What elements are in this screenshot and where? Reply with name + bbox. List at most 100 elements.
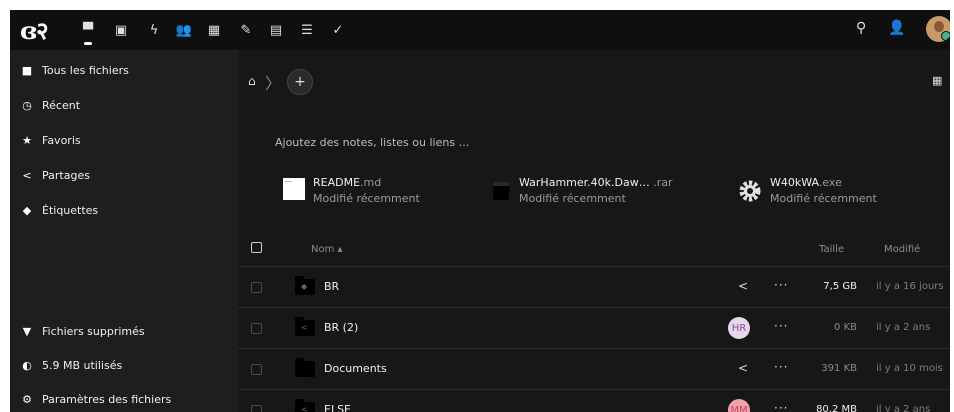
sidebar-item-favorites[interactable]: ★ Favoris bbox=[10, 123, 238, 157]
notes-placeholder[interactable]: Ajoutez des notes, listes ou liens … bbox=[275, 136, 470, 149]
recent-file-name: README.md bbox=[313, 176, 382, 189]
top-header: ɞ२ ▀ ▣ ϟ 👥 ▦ ✎ ▤ ☰ ✓ ⚲ 👤 bbox=[10, 10, 950, 50]
shared-user-avatar[interactable]: HR bbox=[728, 317, 750, 339]
file-size: 7,5 GB bbox=[823, 281, 857, 292]
file-size: 80,2 MB bbox=[816, 404, 857, 412]
sidebar: ■ Tous les fichiers ◷ Récent ★ Favoris <… bbox=[10, 50, 238, 412]
file-name[interactable]: Documents bbox=[324, 362, 387, 375]
sidebar-item-label: Partages bbox=[42, 168, 90, 182]
sidebar-item-label: Tous les fichiers bbox=[42, 63, 129, 77]
search-icon[interactable]: ⚲ bbox=[856, 20, 866, 36]
sidebar-item-label: 5.9 MB utilisés bbox=[42, 358, 123, 372]
row-checkbox[interactable] bbox=[251, 282, 262, 293]
table-row[interactable]: < ELSE MM ··· 80,2 MB il y a 2 ans bbox=[238, 389, 950, 412]
sidebar-item-label: Récent bbox=[42, 98, 81, 112]
file-modified: il y a 2 ans bbox=[876, 322, 931, 333]
sidebar-item-deleted-files[interactable]: ▼ Fichiers supprimés bbox=[10, 314, 238, 348]
sidebar-item-shares[interactable]: < Partages bbox=[10, 158, 238, 192]
tasks-check-icon[interactable]: ✓ bbox=[330, 22, 346, 38]
recent-file-warhammer[interactable]: WarHammer.40k.Daw… .rar Modifié récemmen… bbox=[492, 176, 682, 208]
select-all-checkbox[interactable] bbox=[251, 242, 262, 253]
sidebar-item-quota[interactable]: ◐ 5.9 MB utilisés bbox=[10, 348, 238, 382]
main-content: ⌂ 〉 + ▦ Ajoutez des notes, listes ou lie… bbox=[238, 50, 950, 412]
sidebar-item-all-files[interactable]: ■ Tous les fichiers bbox=[10, 53, 238, 87]
file-modified: il y a 10 mois bbox=[876, 363, 943, 374]
quota-pie-icon: ◐ bbox=[22, 358, 32, 372]
notes-icon[interactable]: ✎ bbox=[238, 22, 254, 38]
table-row[interactable]: < BR (2) HR ··· 0 KB il y a 2 ans bbox=[238, 307, 950, 348]
shared-folder-badge-icon: ◆ bbox=[301, 282, 308, 291]
file-list-header: Nom ▴ Taille Modifié bbox=[238, 235, 950, 265]
more-actions-icon[interactable]: ··· bbox=[774, 319, 788, 333]
recent-file-w40kwa[interactable]: W40kWA.exe Modifié récemment bbox=[737, 176, 917, 208]
home-icon[interactable]: ⌂ bbox=[248, 74, 256, 88]
online-status-dot bbox=[941, 31, 950, 41]
more-actions-icon[interactable]: ··· bbox=[774, 401, 788, 412]
row-checkbox[interactable] bbox=[251, 364, 262, 375]
recent-file-name: W40kWA.exe bbox=[770, 176, 842, 189]
folder-icon: < bbox=[295, 317, 315, 336]
more-actions-icon[interactable]: ··· bbox=[774, 360, 788, 374]
logo[interactable]: ɞ२ bbox=[20, 14, 49, 47]
column-size[interactable]: Taille bbox=[819, 244, 844, 255]
column-modified[interactable]: Modifié bbox=[884, 244, 920, 255]
tasks-list-icon[interactable]: ☰ bbox=[299, 22, 315, 38]
file-name[interactable]: BR bbox=[324, 280, 339, 293]
sidebar-item-label: Favoris bbox=[42, 133, 81, 147]
table-row[interactable]: ◆ BR < ··· 7,5 GB il y a 16 jours bbox=[238, 266, 950, 307]
files-app-window: ɞ२ ▀ ▣ ϟ 👥 ▦ ✎ ▤ ☰ ✓ ⚲ 👤 ■ Tous les fich… bbox=[10, 10, 950, 412]
file-size: 391 KB bbox=[821, 363, 857, 374]
file-modified: il y a 2 ans bbox=[876, 404, 931, 412]
grid-view-toggle-icon[interactable]: ▦ bbox=[932, 74, 942, 87]
shared-user-avatar[interactable]: MM bbox=[728, 399, 750, 412]
share-icon: < bbox=[22, 168, 32, 182]
clock-icon: ◷ bbox=[22, 98, 32, 112]
file-size: 0 KB bbox=[834, 322, 857, 333]
table-row[interactable]: Documents < ··· 391 KB il y a 10 mois bbox=[238, 348, 950, 389]
sidebar-item-file-settings[interactable]: ⚙ Paramètres des fichiers bbox=[10, 382, 238, 412]
contacts-icon[interactable]: 👥 bbox=[176, 22, 192, 38]
sidebar-item-recent[interactable]: ◷ Récent bbox=[10, 88, 238, 122]
recent-file-status: Modifié récemment bbox=[519, 192, 626, 205]
share-icon[interactable]: < bbox=[738, 361, 748, 375]
recent-file-name: WarHammer.40k.Daw… .rar bbox=[519, 176, 673, 189]
calendar-icon[interactable]: ▦ bbox=[206, 22, 222, 38]
settings-gear-icon: ⚙ bbox=[22, 392, 32, 406]
star-icon: ★ bbox=[22, 133, 32, 147]
trash-icon: ▼ bbox=[22, 324, 32, 338]
avatar-face bbox=[934, 21, 944, 32]
deck-icon[interactable]: ▤ bbox=[268, 22, 284, 38]
folder-icon: ◆ bbox=[295, 276, 315, 295]
folder-icon bbox=[295, 358, 315, 377]
sidebar-item-label: Paramètres des fichiers bbox=[42, 392, 172, 406]
tag-icon: ◆ bbox=[22, 203, 32, 217]
sidebar-item-tags[interactable]: ◆ Étiquettes bbox=[10, 193, 238, 227]
shared-folder-badge-icon: < bbox=[301, 405, 308, 412]
shared-folder-badge-icon: < bbox=[301, 323, 308, 332]
recent-file-readme[interactable]: README.md Modifié récemment bbox=[283, 176, 463, 208]
recent-file-status: Modifié récemment bbox=[770, 192, 877, 205]
user-avatar[interactable] bbox=[926, 16, 950, 42]
row-checkbox[interactable] bbox=[251, 323, 262, 334]
file-name[interactable]: BR (2) bbox=[324, 321, 358, 334]
photos-icon[interactable]: ▣ bbox=[113, 22, 129, 38]
add-new-button[interactable]: + bbox=[287, 69, 313, 95]
markdown-file-icon bbox=[283, 178, 305, 200]
sidebar-item-label: Étiquettes bbox=[42, 203, 99, 217]
file-name[interactable]: ELSE bbox=[324, 403, 351, 412]
contacts-menu-icon[interactable]: 👤 bbox=[888, 20, 905, 36]
folder-icon: ■ bbox=[21, 63, 33, 77]
executable-gear-icon bbox=[739, 180, 761, 202]
column-name-sort[interactable]: Nom ▴ bbox=[311, 244, 343, 255]
share-icon[interactable]: < bbox=[738, 279, 748, 293]
sidebar-item-label: Fichiers supprimés bbox=[42, 324, 145, 338]
archive-file-icon bbox=[493, 182, 509, 200]
folder-icon: < bbox=[295, 399, 315, 412]
recent-file-status: Modifié récemment bbox=[313, 192, 420, 205]
activity-icon[interactable]: ϟ bbox=[146, 22, 162, 38]
files-icon[interactable]: ▀ bbox=[80, 22, 96, 45]
row-checkbox[interactable] bbox=[251, 405, 262, 412]
breadcrumb-separator-icon: 〉 bbox=[265, 74, 282, 93]
more-actions-icon[interactable]: ··· bbox=[774, 278, 788, 292]
file-modified: il y a 16 jours bbox=[876, 281, 944, 292]
